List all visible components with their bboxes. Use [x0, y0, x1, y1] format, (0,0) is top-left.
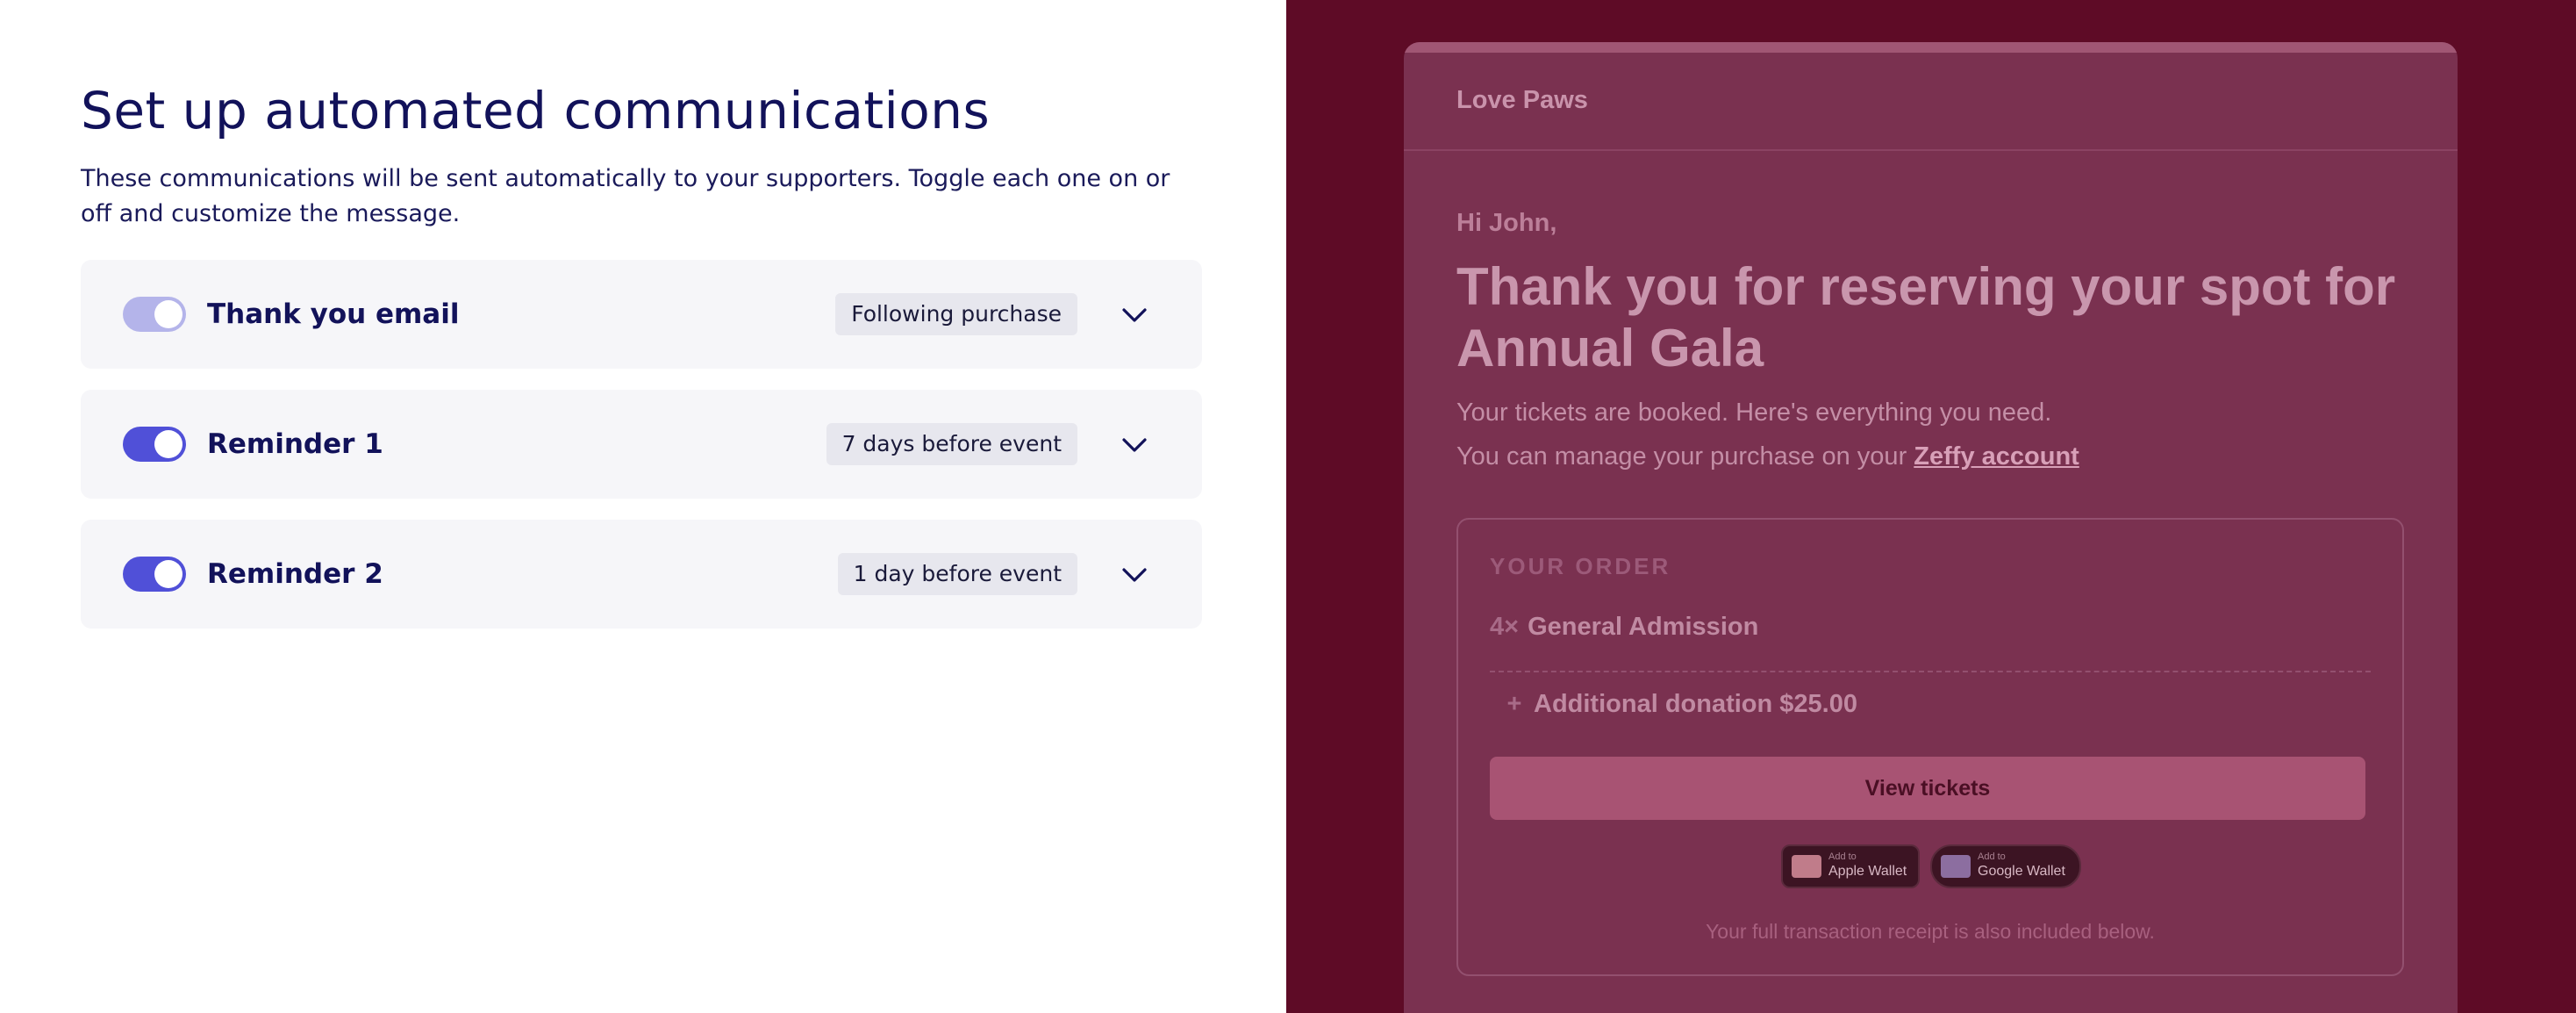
communication-row-thank-you[interactable]: Thank you email Following purchase: [81, 260, 1202, 369]
manage-purchase-text: You can manage your purchase on your Zef…: [1456, 442, 2079, 471]
communication-label: Reminder 1: [207, 428, 383, 460]
communication-row-reminder-2[interactable]: Reminder 2 1 day before event: [81, 520, 1202, 629]
timing-badge: 1 day before event: [837, 553, 1077, 595]
toggle-knob: [154, 300, 182, 328]
thank-you-toggle[interactable]: [123, 297, 186, 332]
receipt-note: Your full transaction receipt is also in…: [1706, 920, 2155, 943]
chevron-down-icon[interactable]: [1121, 562, 1148, 588]
communication-label: Reminder 2: [207, 558, 383, 590]
toggle-knob: [154, 560, 182, 588]
order-heading: YOUR ORDER: [1490, 553, 1671, 579]
manage-text: You can manage your purchase on your: [1456, 442, 1914, 471]
order-divider: [1490, 671, 2371, 672]
order-item: 4× General Admission: [1490, 613, 1758, 642]
chevron-down-icon[interactable]: [1121, 432, 1148, 458]
donation-label: Additional donation $25.00: [1534, 690, 1857, 718]
plus-icon: +: [1506, 690, 1522, 718]
reminder-1-toggle[interactable]: [123, 427, 186, 462]
communication-label: Thank you email: [207, 298, 460, 330]
organization-name: Love Paws: [1456, 86, 1588, 114]
donation-line: + Additional donation $25.00: [1490, 690, 1857, 719]
email-top-bar: [1404, 42, 2458, 53]
email-headline: Thank you for reserving your spot for An…: [1456, 257, 2396, 377]
communication-row-reminder-1[interactable]: Reminder 1 7 days before event: [81, 390, 1202, 499]
wallet-label: Google Wallet: [1978, 864, 2065, 879]
item-quantity: 4×: [1490, 613, 1520, 641]
wallet-icon: [1792, 855, 1821, 878]
timing-badge: 7 days before event: [826, 423, 1077, 465]
wallet-icon: [1941, 855, 1971, 878]
order-summary: YOUR ORDER 4× General Admission + Addition…: [1456, 518, 2404, 976]
apple-wallet-button[interactable]: Add to Apple Wallet: [1781, 844, 1920, 888]
zeffy-account-link[interactable]: Zeffy account: [1914, 442, 2079, 471]
email-greeting: Hi John,: [1456, 209, 1557, 237]
page-description: These communications will be sent automa…: [81, 165, 1170, 227]
wallet-label: Apple Wallet: [1828, 864, 1907, 879]
email-subtitle: Your tickets are booked. Here's everythi…: [1456, 399, 2052, 427]
google-wallet-button[interactable]: Add to Google Wallet: [1930, 844, 2081, 888]
wallet-add-to: Add to: [1828, 851, 1857, 862]
wallet-add-to: Add to: [1978, 851, 2006, 862]
page-title: Set up automated communications: [81, 81, 991, 140]
view-tickets-button[interactable]: View tickets: [1490, 757, 2365, 820]
reminder-2-toggle[interactable]: [123, 557, 186, 592]
chevron-down-icon[interactable]: [1121, 302, 1148, 328]
email-preview-card: Love Paws Hi John, Thank you for reservi…: [1404, 42, 2458, 1013]
item-name: General Admission: [1528, 613, 1759, 641]
settings-panel: Set up automated communications These co…: [0, 0, 1286, 1013]
timing-badge: Following purchase: [835, 293, 1077, 335]
toggle-knob: [154, 430, 182, 458]
divider: [1404, 149, 2458, 151]
